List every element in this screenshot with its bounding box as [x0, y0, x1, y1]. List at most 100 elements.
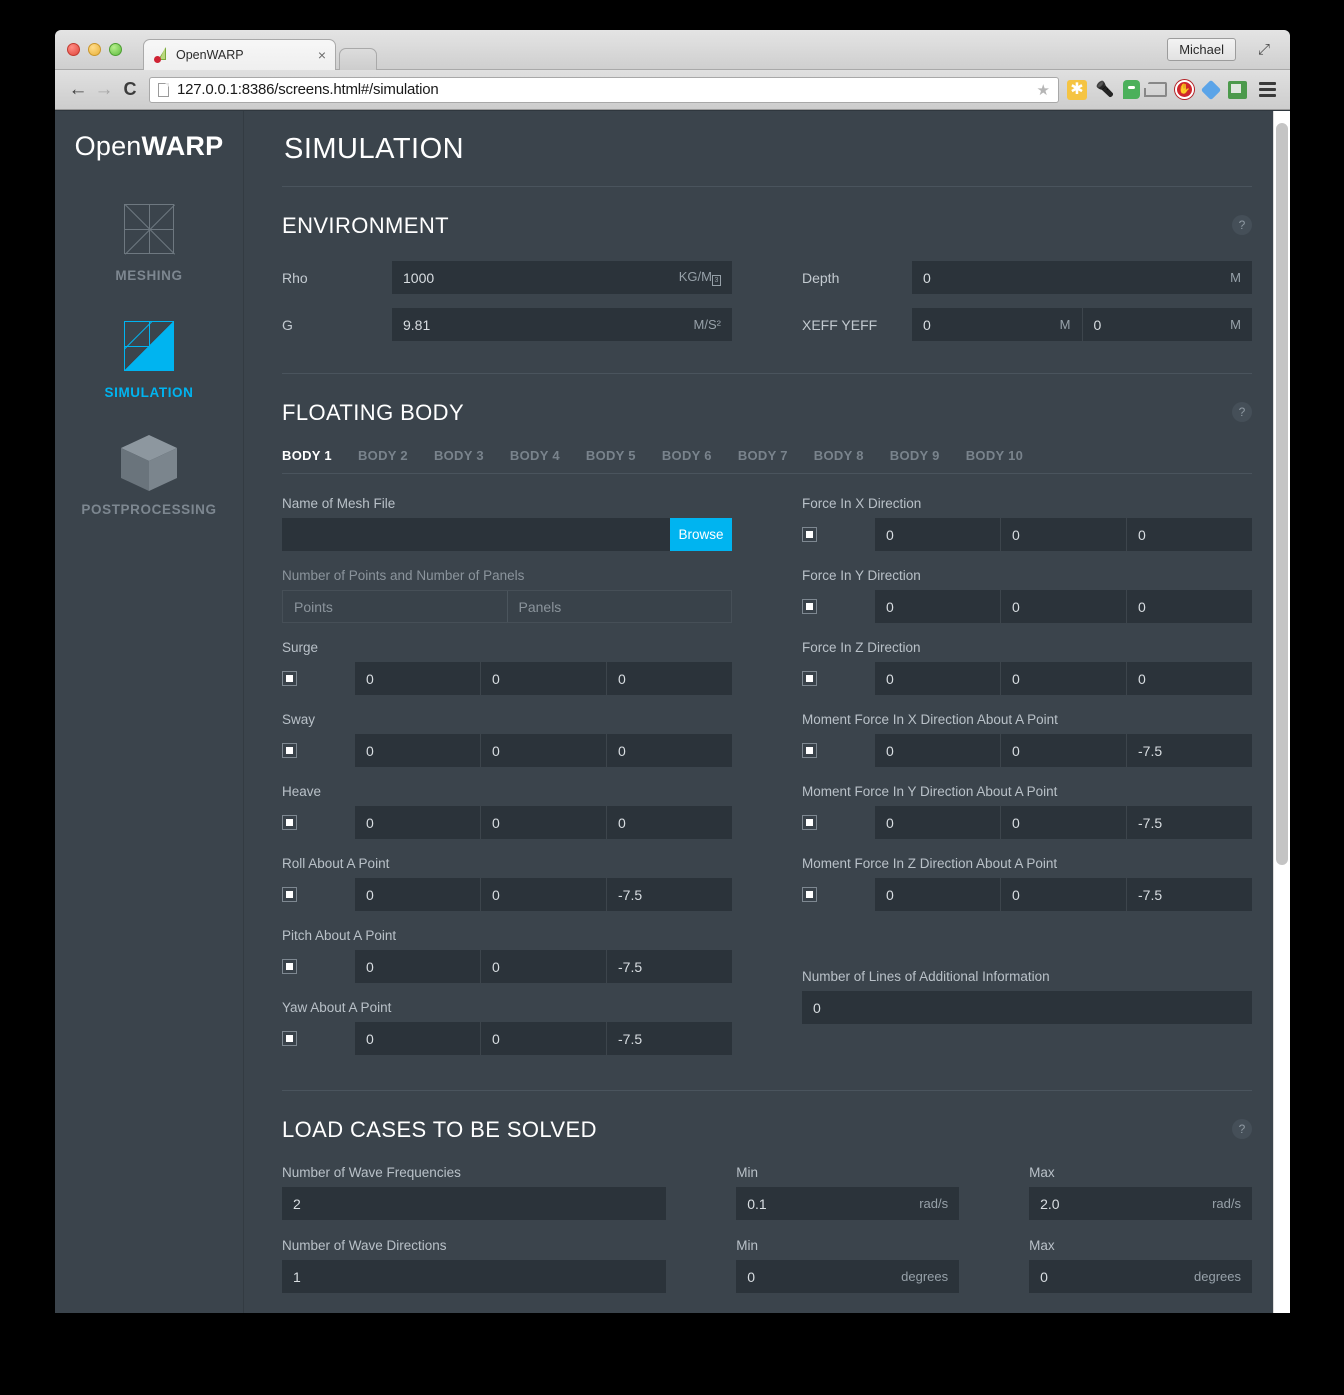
hangouts-extension-icon[interactable]	[1123, 80, 1140, 99]
moment-z-value-1[interactable]: 0	[875, 878, 1000, 911]
pitch-value-1[interactable]: 0	[355, 950, 480, 983]
tab-body-3[interactable]: BODY 3	[434, 448, 484, 463]
tab-body-6[interactable]: BODY 6	[662, 448, 712, 463]
lamp-extension-icon[interactable]	[1095, 80, 1115, 100]
bookmark-star-icon[interactable]: ★	[1037, 81, 1050, 99]
wave-frequencies-min-input[interactable]: 0.1 rad/s	[736, 1187, 960, 1220]
tab-close-icon[interactable]: ×	[312, 48, 326, 62]
puzzle-extension-icon[interactable]	[1067, 79, 1087, 100]
reload-icon[interactable]: C	[117, 79, 143, 100]
surge-value-1[interactable]: 0	[355, 662, 480, 695]
force-z-value-2[interactable]: 0	[1000, 662, 1126, 695]
points-input[interactable]: Points	[283, 591, 507, 622]
sidebar-item-simulation[interactable]: SIMULATION	[55, 317, 243, 400]
moment-z-checkbox[interactable]	[802, 887, 817, 902]
help-icon[interactable]: ?	[1232, 1119, 1252, 1139]
force-x-checkbox[interactable]	[802, 527, 817, 542]
rho-input[interactable]: 1000 KG/M 3	[392, 261, 732, 294]
force-y-value-1[interactable]: 0	[875, 590, 1000, 623]
scrollbar-thumb[interactable]	[1276, 123, 1288, 865]
moment-y-value-1[interactable]: 0	[875, 806, 1000, 839]
tab-body-9[interactable]: BODY 9	[890, 448, 940, 463]
surge-value-3[interactable]: 0	[606, 662, 732, 695]
tab-body-10[interactable]: BODY 10	[966, 448, 1024, 463]
yaw-checkbox[interactable]	[282, 1031, 297, 1046]
heave-checkbox[interactable]	[282, 815, 297, 830]
tab-body-8[interactable]: BODY 8	[814, 448, 864, 463]
help-icon[interactable]: ?	[1232, 402, 1252, 422]
force-y-value-3[interactable]: 0	[1126, 590, 1252, 623]
sway-value-2[interactable]: 0	[480, 734, 606, 767]
force-y-checkbox[interactable]	[802, 599, 817, 614]
surge-value-2[interactable]: 0	[480, 662, 606, 695]
moment-x-value-1[interactable]: 0	[875, 734, 1000, 767]
help-icon[interactable]: ?	[1232, 215, 1252, 235]
browse-button[interactable]: Browse	[670, 518, 732, 551]
mesh-file-input[interactable]	[282, 518, 670, 551]
surge-checkbox[interactable]	[282, 671, 297, 686]
depth-input[interactable]: 0 M	[912, 261, 1252, 294]
moment-x-value-2[interactable]: 0	[1000, 734, 1126, 767]
additional-info-input[interactable]: 0	[802, 991, 1252, 1024]
heave-value-2[interactable]: 0	[480, 806, 606, 839]
sidebar-item-meshing[interactable]: MESHING	[55, 200, 243, 283]
wave-directions-min-input[interactable]: 0 degrees	[736, 1260, 960, 1293]
sway-value-1[interactable]: 0	[355, 734, 480, 767]
panels-input[interactable]: Panels	[506, 591, 732, 622]
moment-y-value-3[interactable]: -7.5	[1126, 806, 1252, 839]
tab-body-2[interactable]: BODY 2	[358, 448, 408, 463]
force-x-value-3[interactable]: 0	[1126, 518, 1252, 551]
close-window-button[interactable]	[67, 43, 80, 56]
wave-directions-max-input[interactable]: 0 degrees	[1029, 1260, 1252, 1293]
g-input[interactable]: 9.81 M/S²	[392, 308, 732, 341]
sidebar-item-postprocessing[interactable]: POSTPROCESSING	[55, 434, 243, 517]
roll-value-1[interactable]: 0	[355, 878, 480, 911]
yaw-value-3[interactable]: -7.5	[606, 1022, 732, 1055]
back-icon[interactable]: ←	[65, 79, 91, 101]
heave-value-1[interactable]: 0	[355, 806, 480, 839]
yeff-input[interactable]: 0 M	[1081, 308, 1253, 341]
force-x-value-1[interactable]: 0	[875, 518, 1000, 551]
pitch-value-2[interactable]: 0	[480, 950, 606, 983]
maximize-window-button[interactable]	[109, 43, 122, 56]
cast-icon[interactable]	[1144, 82, 1167, 97]
tab-body-4[interactable]: BODY 4	[510, 448, 560, 463]
force-y-value-2[interactable]: 0	[1000, 590, 1126, 623]
force-z-checkbox[interactable]	[802, 671, 817, 686]
xeff-input[interactable]: 0 M	[912, 308, 1082, 341]
force-x-value-2[interactable]: 0	[1000, 518, 1126, 551]
moment-z-value-3[interactable]: -7.5	[1126, 878, 1252, 911]
heave-value-3[interactable]: 0	[606, 806, 732, 839]
moment-y-value-2[interactable]: 0	[1000, 806, 1126, 839]
browser-tab-openwarp[interactable]: OpenWARP ×	[143, 39, 336, 70]
wave-frequencies-max-input[interactable]: 2.0 rad/s	[1029, 1187, 1252, 1220]
tab-body-7[interactable]: BODY 7	[738, 448, 788, 463]
minimize-window-button[interactable]	[88, 43, 101, 56]
vertical-scrollbar[interactable]	[1273, 111, 1290, 1313]
diamond-extension-icon[interactable]	[1200, 79, 1222, 100]
roll-checkbox[interactable]	[282, 887, 297, 902]
address-bar[interactable]: 127.0.0.1:8386/screens.html#/simulation …	[149, 76, 1059, 103]
moment-x-value-3[interactable]: -7.5	[1126, 734, 1252, 767]
sway-value-3[interactable]: 0	[606, 734, 732, 767]
profile-button[interactable]: Michael	[1167, 38, 1236, 61]
browser-menu-icon[interactable]	[1255, 82, 1276, 97]
wave-frequencies-count-input[interactable]: 2	[282, 1187, 667, 1220]
yaw-value-2[interactable]: 0	[480, 1022, 606, 1055]
pitch-checkbox[interactable]	[282, 959, 297, 974]
force-z-value-3[interactable]: 0	[1126, 662, 1252, 695]
moment-y-checkbox[interactable]	[802, 815, 817, 830]
tab-body-5[interactable]: BODY 5	[586, 448, 636, 463]
remote-desktop-extension-icon[interactable]	[1228, 80, 1247, 99]
sway-checkbox[interactable]	[282, 743, 297, 758]
force-z-value-1[interactable]: 0	[875, 662, 1000, 695]
roll-value-2[interactable]: 0	[480, 878, 606, 911]
moment-x-checkbox[interactable]	[802, 743, 817, 758]
forward-icon[interactable]: →	[91, 79, 117, 101]
moment-z-value-2[interactable]: 0	[1000, 878, 1126, 911]
new-tab-button[interactable]	[339, 48, 377, 70]
roll-value-3[interactable]: -7.5	[606, 878, 732, 911]
tab-body-1[interactable]: BODY 1	[282, 448, 332, 463]
pitch-value-3[interactable]: -7.5	[606, 950, 732, 983]
fullscreen-icon[interactable]: ⤢	[1258, 42, 1274, 58]
